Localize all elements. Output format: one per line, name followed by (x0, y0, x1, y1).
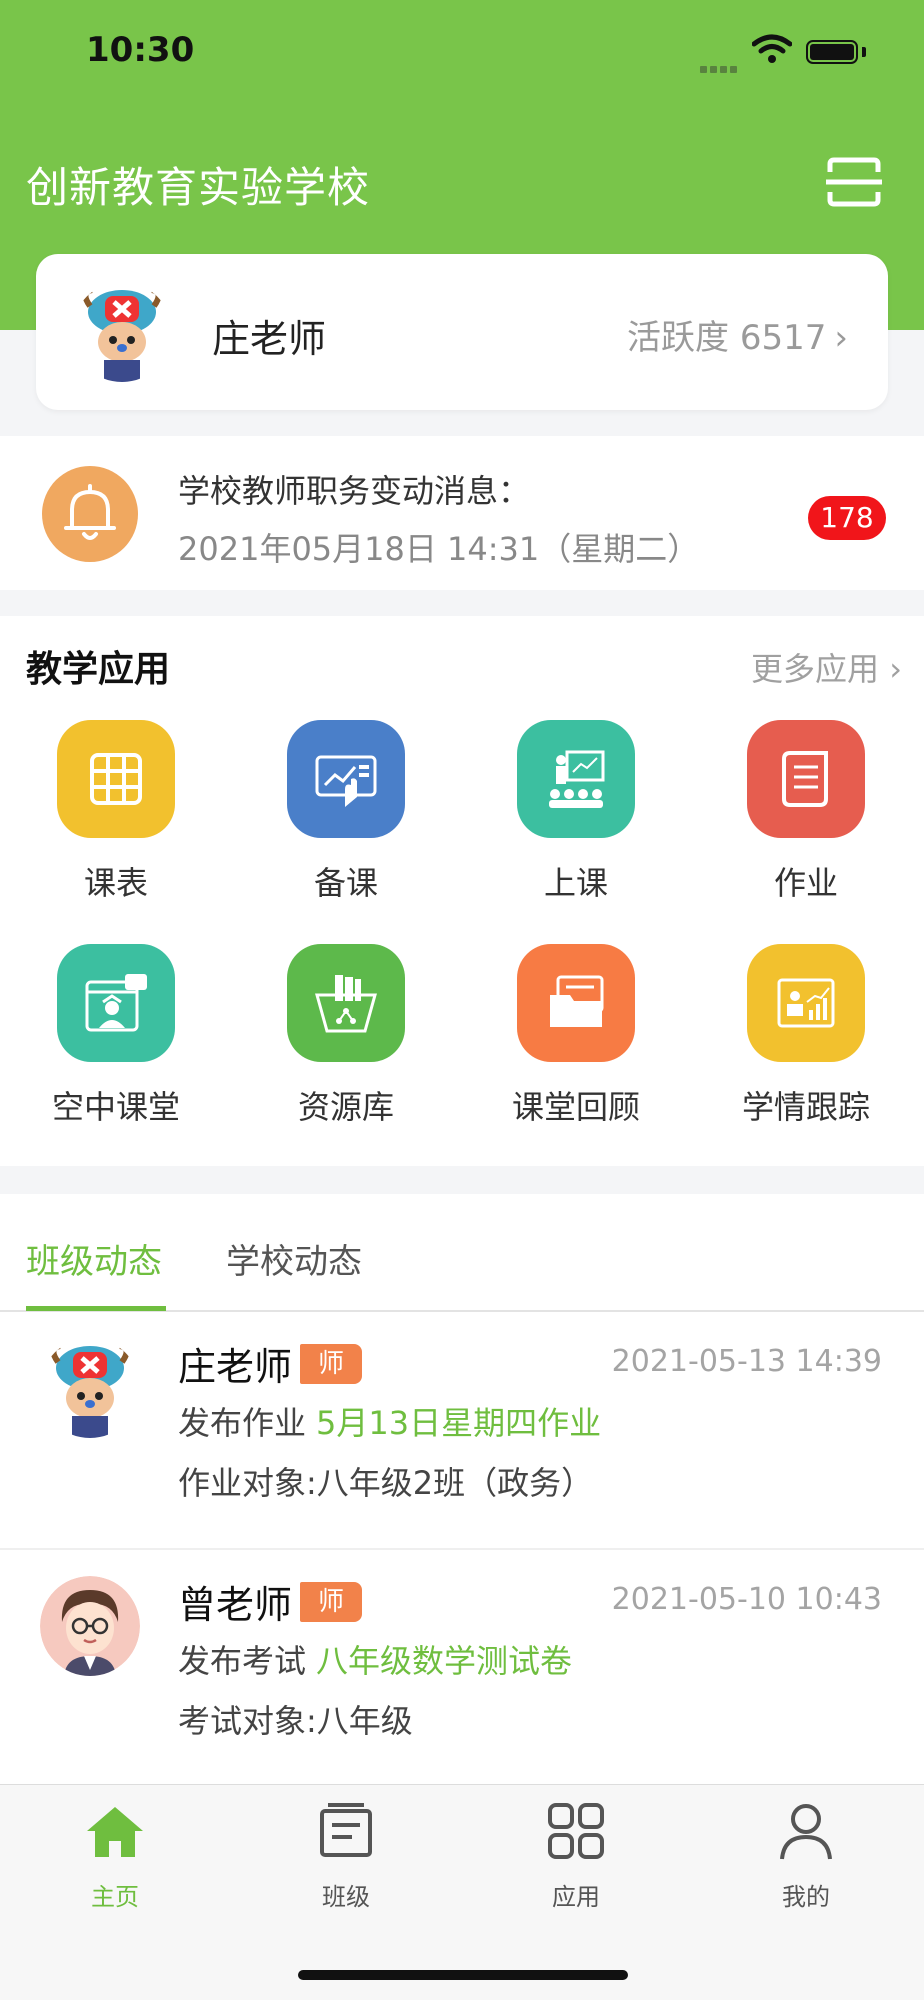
status-time: 10:30 (86, 30, 195, 70)
poster-avatar (40, 1338, 140, 1438)
post-target: 作业对象:八年级2班（政务） (178, 1464, 594, 1502)
tab-class-news[interactable]: 班级动态 (26, 1234, 162, 1283)
feed-item[interactable]: 曾老师 师 2021-05-10 10:43 发布考试 八年级数学测试卷 考试对象… (0, 1550, 924, 1788)
resource-library-icon (287, 944, 405, 1062)
notice-time: 2021年05月18日 14:31（星期二） (178, 530, 700, 568)
scan-icon[interactable] (826, 156, 882, 208)
app-lesson-prep[interactable]: 备课 (231, 720, 461, 904)
tab-home[interactable]: 主页 (0, 1799, 230, 1912)
home-indicator[interactable] (298, 1970, 628, 1980)
wifi-icon (752, 34, 792, 63)
app-class[interactable]: 上课 (461, 720, 691, 904)
app-label: 备课 (313, 864, 378, 902)
teacher-role-badge: 师 (300, 1344, 362, 1384)
homework-icon (747, 720, 865, 838)
post-time: 2021-05-10 10:43 (611, 1582, 882, 1617)
tab-label: 应用 (552, 1883, 600, 1911)
app-label: 上课 (543, 864, 608, 902)
class-board-icon (320, 1803, 372, 1857)
class-review-icon (517, 944, 635, 1062)
app-label: 空中课堂 (51, 1088, 180, 1126)
bell-icon (42, 466, 138, 562)
post-target: 考试对象:八年级 (178, 1702, 413, 1740)
status-bar: 10:30 (0, 0, 924, 100)
teaching-apps-section: 教学应用 更多应用 › 课表 备课 上课 作业 空中课堂 资源库 课堂回顾 学情… (0, 616, 924, 1166)
learning-tracking-icon (747, 944, 865, 1062)
post-time: 2021-05-13 14:39 (611, 1344, 882, 1379)
exam-link[interactable]: 八年级数学测试卷 (316, 1642, 572, 1680)
feed-section: 班级动态 学校动态 庄老师 师 2021-05-13 14:39 发布作业 5月1… (0, 1194, 924, 1788)
profile-card[interactable]: 庄老师 活跃度 6517 › (36, 254, 888, 410)
app-label: 课表 (83, 864, 148, 902)
app-homework[interactable]: 作业 (691, 720, 921, 904)
notice-title: 学校教师职务变动消息： (178, 472, 531, 510)
action-type: 发布考试 (178, 1642, 307, 1680)
teacher-role-badge: 师 (300, 1582, 362, 1622)
unread-count-badge: 178 (808, 496, 886, 540)
post-action: 发布考试 八年级数学测试卷 (178, 1636, 572, 1682)
more-apps-link[interactable]: 更多应用 › (751, 644, 902, 690)
tab-label: 主页 (91, 1883, 139, 1911)
feed-tabs: 班级动态 学校动态 (0, 1194, 924, 1312)
activity-label: 活跃度 6517 (627, 318, 827, 358)
app-label: 资源库 (297, 1088, 394, 1126)
profile-icon (780, 1804, 832, 1860)
active-tab-indicator (26, 1306, 166, 1311)
action-type: 发布作业 (178, 1404, 307, 1442)
class-icon (517, 720, 635, 838)
poster-name: 曾老师 (178, 1583, 293, 1627)
chevron-right-icon: › (834, 318, 848, 358)
timetable-icon (57, 720, 175, 838)
battery-icon (806, 40, 858, 64)
activity-score[interactable]: 活跃度 6517 › (627, 310, 848, 359)
app-class-review[interactable]: 课堂回顾 (461, 944, 691, 1128)
tab-profile[interactable]: 我的 (691, 1799, 921, 1912)
tab-label: 我的 (782, 1883, 830, 1911)
online-class-icon (57, 944, 175, 1062)
notice-banner[interactable]: 学校教师职务变动消息： 2021年05月18日 14:31（星期二） 178 (0, 436, 924, 590)
poster-avatar (40, 1576, 140, 1676)
tab-apps[interactable]: 应用 (461, 1799, 691, 1912)
tab-label: 班级 (322, 1883, 370, 1911)
section-title: 教学应用 (26, 649, 171, 690)
home-icon (87, 1807, 143, 1857)
school-name: 创新教育实验学校 (26, 163, 371, 212)
app-label: 作业 (773, 864, 838, 902)
bottom-tab-bar: 主页 班级 应用 我的 (0, 1784, 924, 2000)
app-online-class[interactable]: 空中课堂 (1, 944, 231, 1128)
app-timetable[interactable]: 课表 (1, 720, 231, 904)
assignment-link[interactable]: 5月13日星期四作业 (316, 1404, 601, 1442)
cellular-signal-icon (700, 58, 740, 77)
tab-school-news[interactable]: 学校动态 (226, 1234, 362, 1283)
poster-name: 庄老师 (178, 1345, 293, 1389)
post-action: 发布作业 5月13日星期四作业 (178, 1398, 601, 1444)
battery-cap (862, 47, 866, 57)
app-label: 学情跟踪 (741, 1088, 870, 1126)
app-learning-tracking[interactable]: 学情跟踪 (691, 944, 921, 1128)
teacher-avatar (72, 282, 172, 382)
app-label: 课堂回顾 (511, 1088, 640, 1126)
feed-item[interactable]: 庄老师 师 2021-05-13 14:39 发布作业 5月13日星期四作业 作业… (0, 1312, 924, 1550)
app-resource-library[interactable]: 资源库 (231, 944, 461, 1128)
tab-class[interactable]: 班级 (231, 1799, 461, 1912)
lesson-prep-icon (287, 720, 405, 838)
apps-grid-icon (548, 1803, 604, 1859)
teacher-name: 庄老师 (212, 317, 327, 361)
